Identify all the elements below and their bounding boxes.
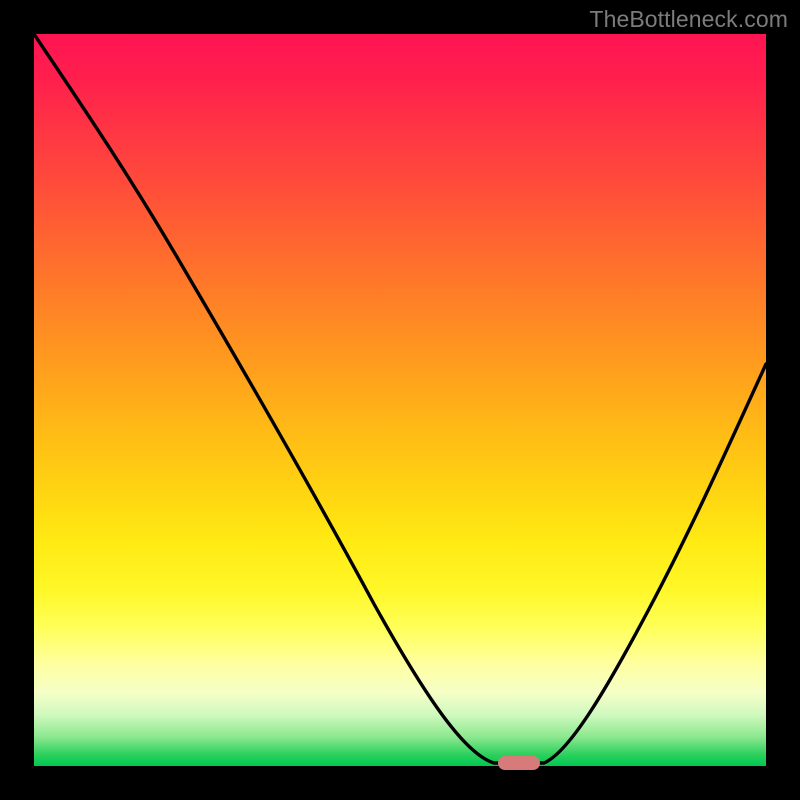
plot-area	[34, 34, 766, 766]
chart-frame: TheBottleneck.com	[0, 0, 800, 800]
optimal-marker	[498, 756, 540, 770]
watermark-text: TheBottleneck.com	[589, 6, 788, 33]
bottleneck-curve	[34, 34, 766, 766]
curve-path	[34, 34, 766, 763]
